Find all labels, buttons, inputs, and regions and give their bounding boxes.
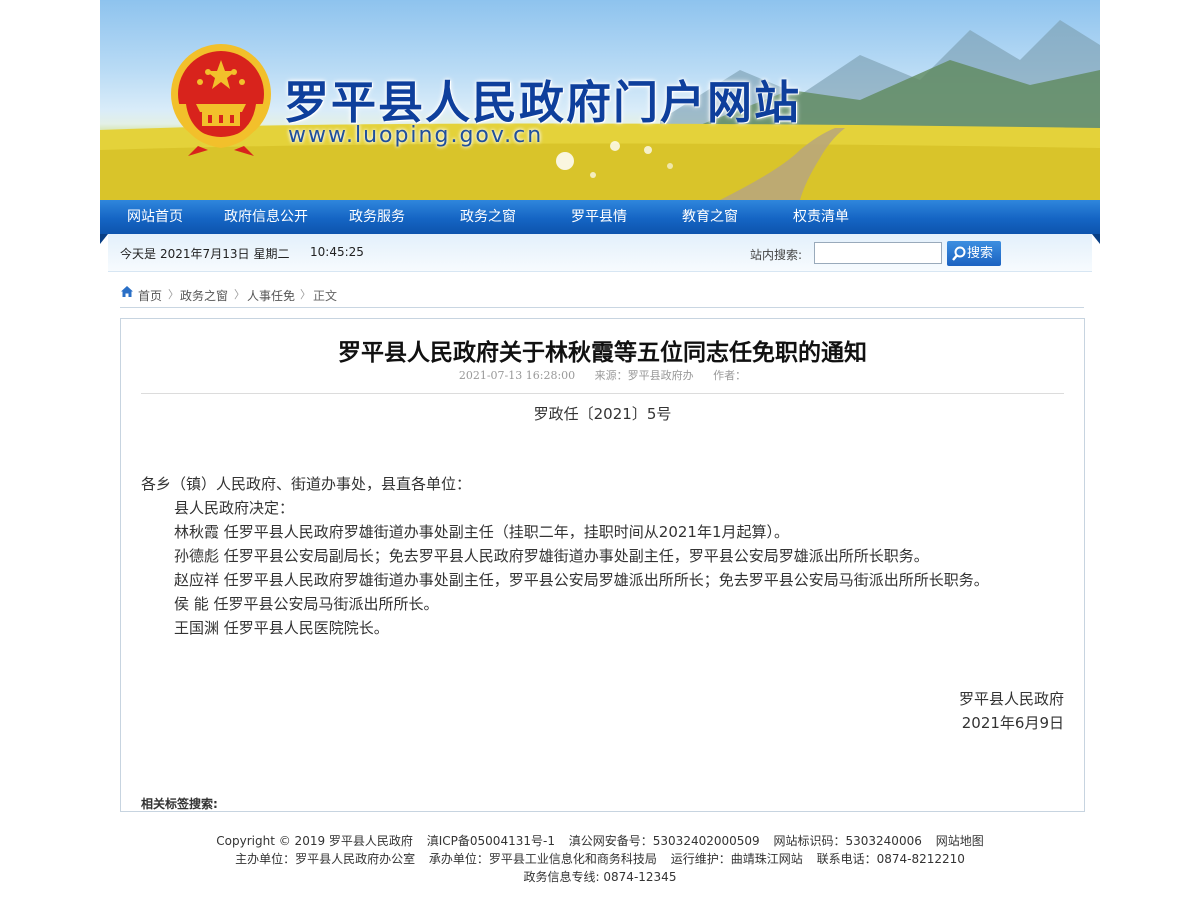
- article-datetime: 2021-07-13 16:28:00: [458, 369, 576, 382]
- breadcrumb-separator: 〉: [300, 288, 311, 301]
- today-date: 今天是 2021年7月13日 星期二: [120, 245, 293, 262]
- nav-item-services[interactable]: 政务服务: [349, 200, 405, 234]
- organizer: 承办单位：罗平县工业信息化和商务科技局: [428, 852, 657, 866]
- main-nav: 网站首页 政府信息公开 政务服务 政务之窗 罗平县情 教育之窗 权责清单: [100, 200, 1100, 234]
- search-input[interactable]: [814, 242, 942, 264]
- sponsor: 主办单位：罗平县人民政府办公室: [235, 852, 416, 866]
- breadcrumb-home[interactable]: 首页: [138, 287, 162, 304]
- nav-item-home[interactable]: 网站首页: [127, 200, 183, 234]
- breadcrumb-personnel[interactable]: 人事任免: [247, 287, 295, 304]
- breadcrumb: 首页 〉 政务之窗 〉 人事任免 〉 正文: [120, 284, 1084, 308]
- national-emblem-icon: [171, 44, 271, 156]
- nav-item-county-info[interactable]: 罗平县情: [571, 200, 627, 234]
- related-tags-label: 相关标签搜索:: [141, 797, 218, 811]
- search-button[interactable]: 搜索: [947, 241, 1001, 266]
- body-paragraph: 县人民政府决定：: [174, 499, 295, 517]
- breadcrumb-current: 正文: [313, 289, 338, 303]
- date-prefix: 今天是: [120, 247, 157, 261]
- home-icon: [121, 286, 133, 297]
- body-paragraph: 孙德彪 任罗平县公安局副局长；免去罗平县人民政府罗雄街道办事处副主任，罗平县公安…: [174, 547, 929, 565]
- search-icon: [952, 246, 966, 261]
- addressee: 各乡（镇）人民政府、街道办事处，县直各单位：: [141, 475, 472, 493]
- search-button-label: 搜索: [967, 246, 994, 261]
- header-banner: 罗平县人民政府门户网站 www.luoping.gov.cn: [100, 0, 1100, 200]
- footer: Copyright © 2019 罗平县人民政府 滇ICP备05004131号-…: [100, 832, 1100, 886]
- icp-link[interactable]: 滇ICP备05004131号-1: [427, 834, 555, 848]
- contact-phone: 联系电话：0874-8212210: [816, 852, 965, 866]
- nav-item-power-list[interactable]: 权责清单: [793, 200, 849, 234]
- footer-line-2: 主办单位：罗平县人民政府办公室 承办单位：罗平县工业信息化和商务科技局 运行维护…: [100, 850, 1100, 868]
- article-author: 作者：: [713, 369, 747, 382]
- body-paragraph: 王国渊 任罗平县人民医院院长。: [174, 619, 389, 637]
- nav-item-affairs[interactable]: 政务之窗: [460, 200, 516, 234]
- article-meta: 2021-07-13 16:28:00 来源：罗平县政府办 作者：: [121, 367, 1084, 383]
- sitemap-link[interactable]: 网站地图: [936, 834, 984, 848]
- nav-fold-left: [100, 234, 108, 244]
- site-url: www.luoping.gov.cn: [288, 123, 544, 148]
- clock-time: 10:45:25: [310, 245, 364, 259]
- nav-item-gov-info[interactable]: 政府信息公开: [224, 200, 308, 234]
- breadcrumb-separator: 〉: [168, 288, 179, 301]
- search-label: 站内搜索:: [750, 248, 803, 262]
- signature-org: 罗平县人民政府: [958, 690, 1064, 708]
- police-record[interactable]: 滇公网安备号：53032402000509: [569, 834, 760, 848]
- breadcrumb-affairs[interactable]: 政务之窗: [180, 287, 228, 304]
- weekday: 星期二: [253, 247, 290, 261]
- signature-date: 2021年6月9日: [961, 714, 1064, 732]
- nav-item-education[interactable]: 教育之窗: [682, 200, 738, 234]
- copyright: Copyright © 2019 罗平县人民政府: [216, 834, 413, 848]
- date-value: 2021年7月13日: [160, 247, 250, 261]
- footer-line-1: Copyright © 2019 罗平县人民政府 滇ICP备05004131号-…: [100, 832, 1100, 850]
- body-paragraph: 林秋霞 任罗平县人民政府罗雄街道办事处副主任（挂职二年，挂职时间从2021年1月…: [174, 523, 789, 541]
- body-paragraph: 赵应祥 任罗平县人民政府罗雄街道办事处副主任，罗平县公安局罗雄派出所所长；免去罗…: [174, 571, 989, 589]
- site-title: 罗平县人民政府门户网站: [284, 76, 802, 129]
- footer-line-3: 政务信息专线: 0874-12345: [100, 868, 1100, 886]
- breadcrumb-separator: 〉: [234, 288, 245, 301]
- article-source: 来源：罗平县政府办: [594, 369, 694, 382]
- article-panel: 罗平县人民政府关于林秋霞等五位同志任免职的通知 2021-07-13 16:28…: [120, 318, 1085, 812]
- article-divider: [141, 393, 1064, 394]
- article-title: 罗平县人民政府关于林秋霞等五位同志任免职的通知: [338, 339, 867, 366]
- nav-fold-right: [1092, 234, 1100, 244]
- site-id: 网站标识码：5303240006: [773, 834, 922, 848]
- page: 罗平县人民政府门户网站 www.luoping.gov.cn 网站首页 政府信息…: [100, 0, 1100, 900]
- document-number: 罗政任〔2021〕5号: [533, 405, 672, 423]
- maintainer: 运行维护：曲靖珠江网站: [670, 852, 803, 866]
- hotline: 政务信息专线: 0874-12345: [523, 870, 677, 884]
- body-paragraph: 侯 能 任罗平县公安局马街派出所所长。: [174, 595, 439, 613]
- info-bar: 今天是 2021年7月13日 星期二 10:45:25 站内搜索: 搜索: [108, 234, 1092, 272]
